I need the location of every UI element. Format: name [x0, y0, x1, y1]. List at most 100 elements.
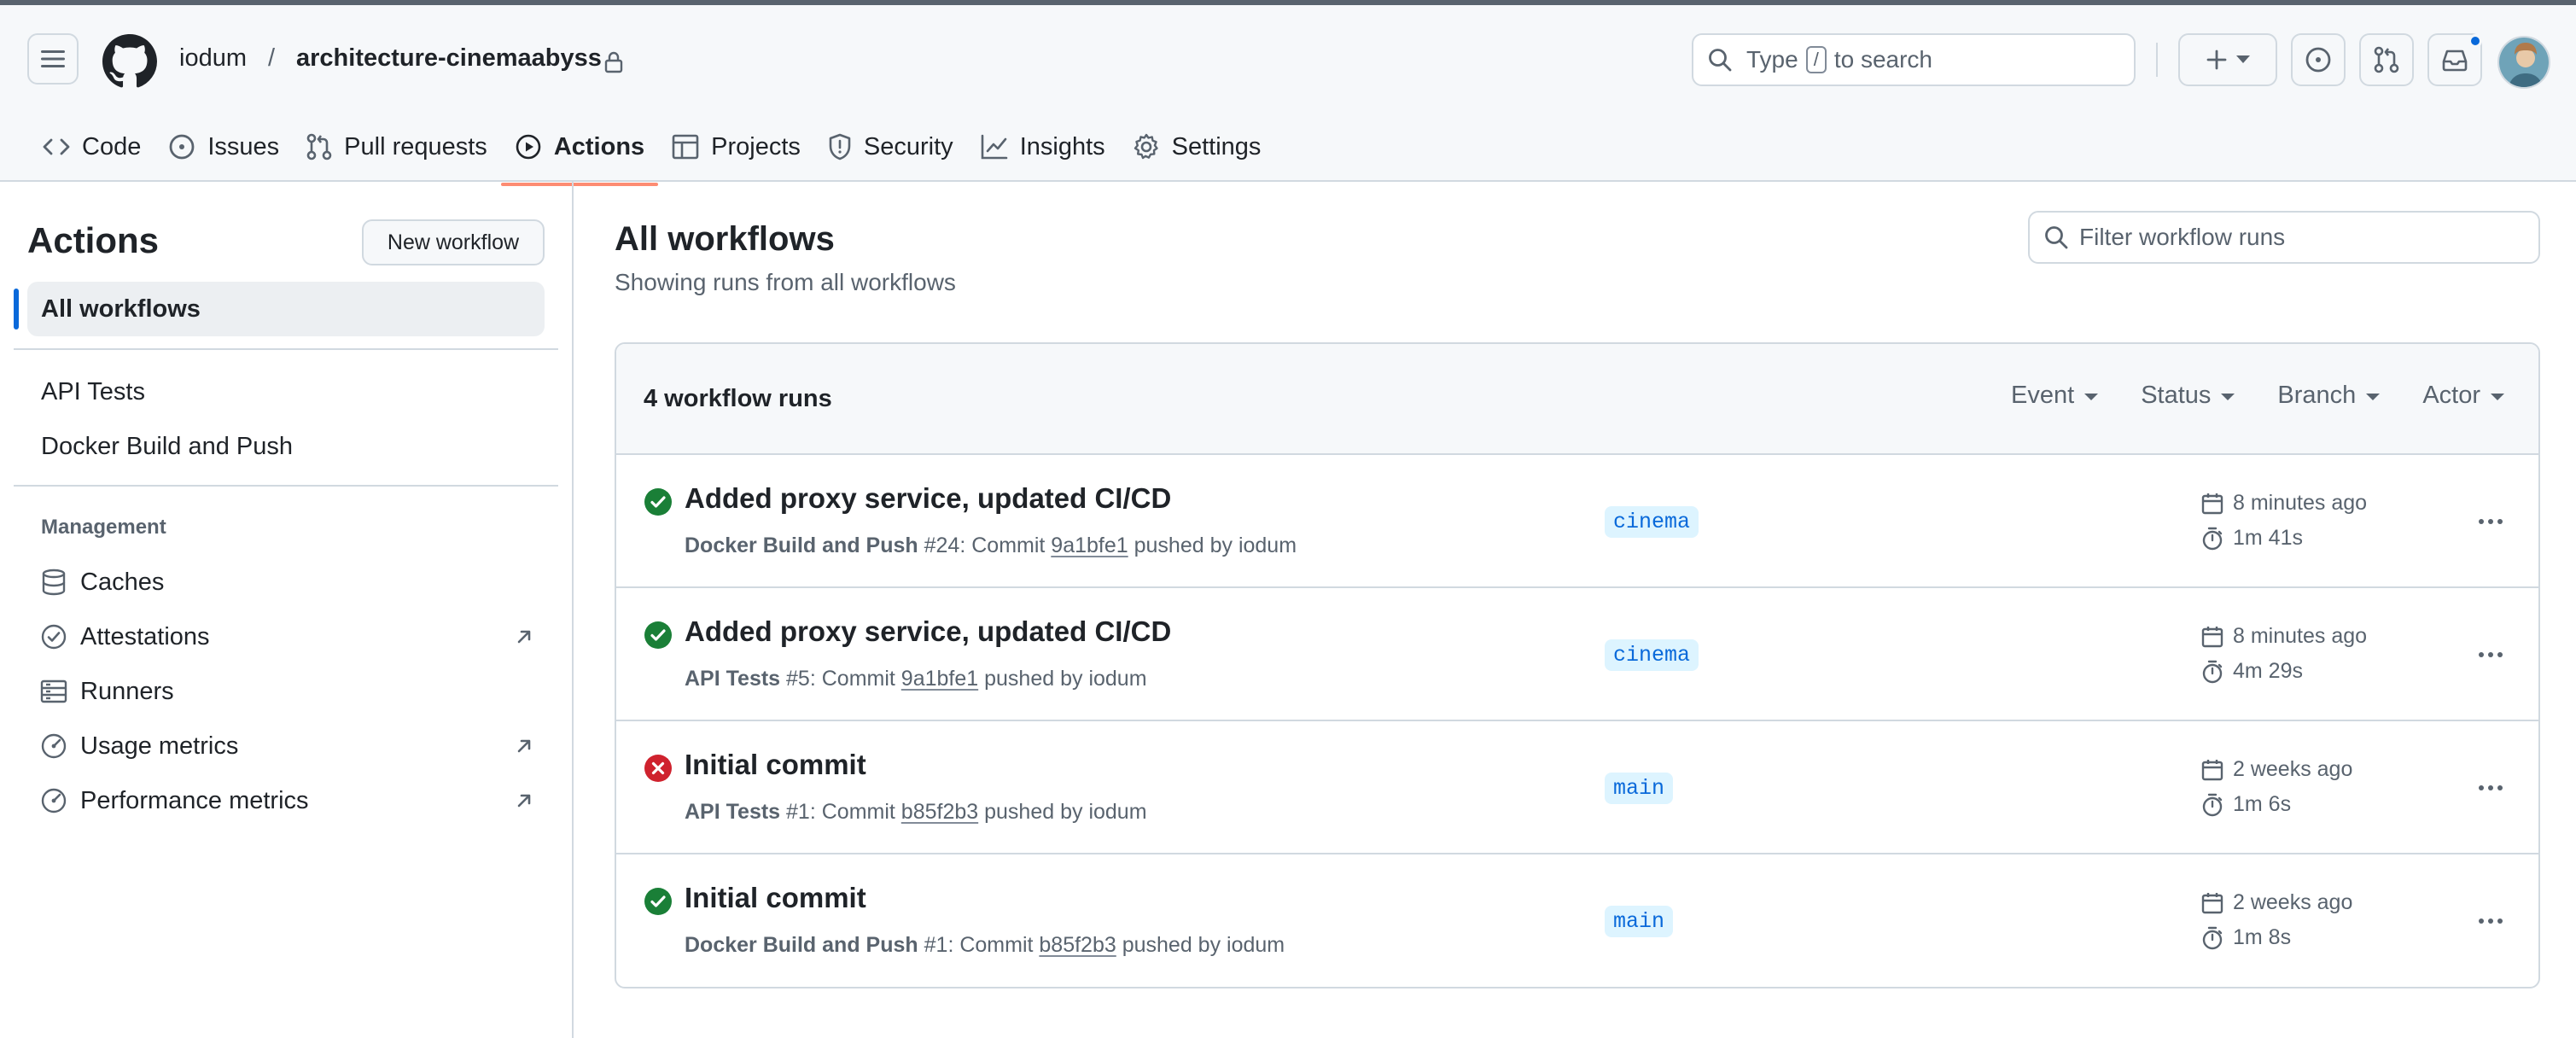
pushed-by-text: pushed by iodum: [984, 800, 1147, 824]
filter-workflow-runs-input[interactable]: [2079, 224, 2523, 251]
x-circle-fill-icon: [644, 755, 672, 782]
search-input[interactable]: Type / to search: [1692, 33, 2136, 86]
divider: [14, 485, 558, 487]
tab-settings[interactable]: Settings: [1119, 125, 1275, 169]
link-external-icon: [517, 630, 531, 644]
run-title-link[interactable]: Initial commit: [685, 882, 866, 914]
triangle-down-icon: [2491, 394, 2504, 400]
run-meta: Docker Build and Push #1: Commit b85f2b3…: [685, 933, 1285, 958]
link-external-icon: [517, 739, 531, 753]
avatar[interactable]: [2497, 36, 2550, 89]
sidebar-item-label: Caches: [80, 568, 165, 596]
run-options-button[interactable]: [2470, 773, 2511, 803]
sidebar-item-performance-metrics[interactable]: Performance metrics: [39, 779, 534, 822]
notification-dot: [2468, 34, 2482, 48]
commit-sha-link[interactable]: 9a1bfe1: [901, 667, 978, 691]
table-icon: [672, 134, 699, 160]
kebab-dot: [2479, 918, 2484, 924]
run-title-link[interactable]: Added proxy service, updated CI/CD: [685, 615, 1171, 648]
kebab-dot: [2479, 519, 2484, 524]
page-title: All workflows: [615, 220, 835, 258]
run-meta: API Tests #1: Commit b85f2b3 pushed by i…: [685, 800, 1147, 825]
sidebar-item-caches[interactable]: Caches: [39, 561, 534, 604]
sidebar-item-api-tests[interactable]: API Tests: [41, 378, 145, 406]
run-time-ago: 2 weeks ago: [2233, 890, 2353, 914]
workflow-run-row: Added proxy service, updated CI/CD API T…: [616, 588, 2538, 721]
calendar-icon: [2201, 626, 2223, 647]
sidebar-item-usage-metrics[interactable]: Usage metrics: [39, 725, 534, 767]
branch-label[interactable]: cinema: [1605, 639, 1699, 671]
workflow-run-row: Initial commit API Tests #1: Commit b85f…: [616, 721, 2538, 854]
run-filters: Event Status Branch Actor: [2011, 382, 2504, 410]
tab-security[interactable]: Security: [814, 125, 967, 169]
event-filter-dropdown[interactable]: Event: [2011, 382, 2099, 410]
sidebar-item-label: All workflows: [41, 295, 201, 323]
link-external-icon: [517, 794, 531, 808]
sidebar-item-attestations[interactable]: Attestations: [39, 615, 534, 658]
kebab-dot: [2497, 652, 2503, 657]
branch-label[interactable]: main: [1605, 906, 1674, 937]
status-filter-dropdown[interactable]: Status: [2141, 382, 2235, 410]
create-new-button[interactable]: [2178, 33, 2277, 86]
runs-list-header: 4 workflow runs Event Status Branch Acto…: [616, 344, 2538, 455]
tab-insights[interactable]: Insights: [967, 125, 1119, 169]
calendar-icon: [2201, 493, 2223, 514]
commit-sha-link[interactable]: b85f2b3: [901, 800, 978, 824]
menu-button[interactable]: [27, 33, 79, 85]
sidebar-item-docker-build[interactable]: Docker Build and Push: [41, 433, 293, 461]
sidebar-divider: [572, 182, 574, 1038]
breadcrumb-repo[interactable]: architecture-cinemaabyss: [296, 44, 602, 73]
run-title-link[interactable]: Initial commit: [685, 749, 866, 781]
run-options-button[interactable]: [2470, 906, 2511, 936]
commit-sha-link[interactable]: b85f2b3: [1039, 933, 1116, 957]
actor-filter-dropdown[interactable]: Actor: [2422, 382, 2504, 410]
breadcrumb-owner[interactable]: iodum: [179, 44, 247, 73]
meter-icon: [41, 788, 67, 813]
code-icon: [43, 138, 70, 155]
run-options-button[interactable]: [2470, 506, 2511, 537]
tab-issues[interactable]: Issues: [154, 125, 293, 169]
issue-opened-icon: [2305, 47, 2331, 73]
run-title-link[interactable]: Added proxy service, updated CI/CD: [685, 482, 1171, 515]
run-workflow-name: Docker Build and Push: [685, 534, 918, 557]
new-workflow-button[interactable]: New workflow: [362, 219, 545, 265]
commit-sha-link[interactable]: 9a1bfe1: [1051, 534, 1128, 557]
issue-opened-icon: [169, 134, 195, 160]
search-icon: [2045, 226, 2068, 249]
run-date: 2 weeks ago: [2200, 757, 2352, 782]
tab-code[interactable]: Code: [29, 125, 154, 169]
plus-icon: [2206, 50, 2227, 70]
pushed-by-text: pushed by iodum: [1134, 534, 1297, 557]
tab-pull-requests[interactable]: Pull requests: [293, 125, 501, 169]
repo-tabs: Code Issues Pull requests Actions Projec…: [29, 125, 1274, 186]
triangle-down-icon: [2221, 394, 2235, 400]
tab-actions[interactable]: Actions: [500, 125, 659, 186]
branch-label[interactable]: cinema: [1605, 506, 1699, 538]
meter-icon: [41, 733, 67, 759]
github-logo-icon[interactable]: [102, 34, 157, 89]
management-heading: Management: [41, 516, 166, 539]
run-workflow-name: API Tests: [685, 800, 781, 824]
branch-filter-dropdown[interactable]: Branch: [2277, 382, 2381, 410]
pull-requests-button[interactable]: [2359, 33, 2414, 86]
sidebar-item-runners[interactable]: Runners: [39, 670, 534, 713]
user-avatar-icon: [2499, 38, 2549, 87]
issues-button[interactable]: [2291, 33, 2346, 86]
lock-icon: [604, 51, 623, 73]
run-options-button[interactable]: [2470, 639, 2511, 670]
runs-count: 4 workflow runs: [644, 385, 832, 412]
run-workflow-name: API Tests: [685, 667, 781, 691]
hamburger-icon: [41, 50, 65, 67]
run-number: #24: [924, 534, 960, 557]
run-duration: 4m 29s: [2200, 659, 2303, 684]
kebab-dot: [2479, 785, 2484, 790]
repo-header: iodum / architecture-cinemaabyss Type / …: [0, 5, 2576, 186]
stopwatch-icon: [2202, 926, 2223, 949]
run-date: 8 minutes ago: [2200, 624, 2367, 649]
branch-label[interactable]: main: [1605, 773, 1674, 804]
workflow-run-row: Initial commit Docker Build and Push #1:…: [616, 854, 2538, 987]
stopwatch-icon: [2202, 660, 2223, 683]
tab-projects[interactable]: Projects: [658, 125, 814, 169]
database-icon: [42, 569, 66, 596]
run-duration-value: 1m 41s: [2233, 526, 2303, 550]
